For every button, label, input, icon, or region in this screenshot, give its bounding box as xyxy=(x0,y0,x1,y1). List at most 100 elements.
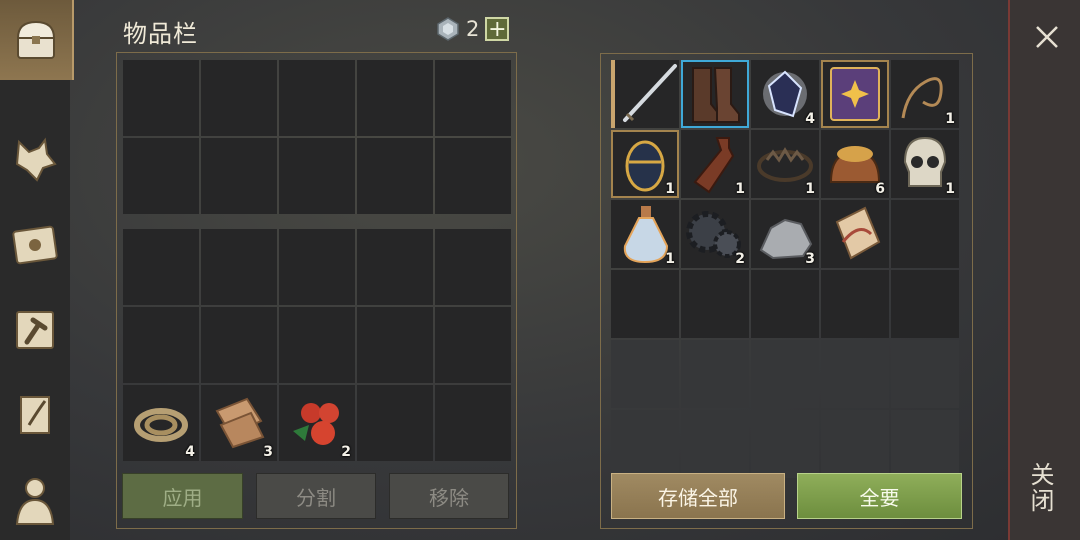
inventory-slot[interactable] xyxy=(123,229,199,305)
storage-slot-bear-trap[interactable]: 1 xyxy=(751,130,819,198)
storage-slot[interactable] xyxy=(611,270,679,338)
storage-slot[interactable] xyxy=(821,270,889,338)
storage-grid: 4 1 1 1 1 6 1 1 2 3 xyxy=(611,60,959,478)
apply-button[interactable]: 应用 xyxy=(122,473,243,519)
currency-display: 2 + xyxy=(436,16,510,42)
item-quantity: 4 xyxy=(805,111,815,127)
hammer-icon xyxy=(16,311,54,349)
storage-slot-whip[interactable]: 1 xyxy=(891,60,959,128)
inventory-slot[interactable] xyxy=(357,385,433,461)
inventory-slot[interactable] xyxy=(357,138,433,214)
boots-icon xyxy=(692,67,740,123)
item-quantity: 1 xyxy=(665,181,675,197)
inventory-slot[interactable] xyxy=(435,307,511,383)
storage-slot-boots[interactable] xyxy=(681,60,749,128)
inventory-slot[interactable] xyxy=(435,60,511,136)
storage-slot-locked xyxy=(891,410,959,478)
inventory-slot[interactable] xyxy=(357,307,433,383)
inventory-grid-bottom: 4 3 2 xyxy=(123,229,511,461)
remove-button[interactable]: 移除 xyxy=(389,473,509,519)
item-quantity: 1 xyxy=(805,181,815,197)
storage-slot-locked xyxy=(681,340,749,408)
storage-slot-locked xyxy=(751,410,819,478)
spellbook-icon xyxy=(830,67,880,121)
item-quantity: 6 xyxy=(875,181,885,197)
page-title: 物品栏 xyxy=(123,20,198,48)
inventory-slot[interactable] xyxy=(279,60,355,136)
close-panel[interactable]: 关闭 xyxy=(1008,0,1080,540)
item-quantity: 1 xyxy=(665,251,675,267)
item-quantity: 1 xyxy=(945,111,955,127)
sidebar-tab-journal[interactable] xyxy=(0,205,70,285)
inventory-slot[interactable] xyxy=(279,307,355,383)
storage-slot-skull[interactable]: 1 xyxy=(891,130,959,198)
sidebar-tab-character[interactable] xyxy=(0,460,70,540)
inventory-slot[interactable] xyxy=(201,229,277,305)
add-currency-button[interactable]: + xyxy=(485,17,510,41)
storage-slot-egg[interactable]: 1 xyxy=(611,130,679,198)
chest-icon xyxy=(16,20,56,59)
store-all-button[interactable]: 存储全部 xyxy=(611,473,785,519)
item-quantity: 1 xyxy=(945,181,955,197)
inventory-slot[interactable] xyxy=(357,60,433,136)
inventory-slot[interactable] xyxy=(435,138,511,214)
storage-slot-stone[interactable]: 3 xyxy=(751,200,819,268)
currency-amount: 2 xyxy=(466,17,480,41)
storage-slot[interactable] xyxy=(681,270,749,338)
sidebar xyxy=(0,0,74,540)
inventory-slot[interactable] xyxy=(279,229,355,305)
split-button[interactable]: 分割 xyxy=(256,473,376,519)
sword-icon xyxy=(623,64,677,122)
inventory-slot[interactable] xyxy=(123,138,199,214)
storage-slot-leather-bottle[interactable]: 1 xyxy=(681,130,749,198)
item-quantity: 2 xyxy=(341,444,351,460)
item-quantity: 3 xyxy=(263,444,273,460)
sidebar-tab-quests[interactable] xyxy=(0,375,70,455)
inventory-slot[interactable] xyxy=(123,307,199,383)
inventory-slot[interactable] xyxy=(123,60,199,136)
inventory-slot[interactable] xyxy=(201,307,277,383)
storage-slot-locked xyxy=(611,410,679,478)
storage-slot-potion[interactable]: 1 xyxy=(611,200,679,268)
storage-slot-sword[interactable] xyxy=(611,60,679,128)
inventory-grid-top xyxy=(123,60,511,214)
item-quantity: 2 xyxy=(735,251,745,267)
scroll-quill-icon xyxy=(20,396,50,434)
close-icon[interactable] xyxy=(1032,22,1062,52)
berries-icon xyxy=(293,403,339,445)
cloth-icon xyxy=(215,397,265,449)
item-quantity: 3 xyxy=(805,251,815,267)
inventory-slot-berries[interactable]: 2 xyxy=(279,385,355,461)
inventory-slot[interactable] xyxy=(435,385,511,461)
bandage-icon xyxy=(835,206,881,260)
storage-slot[interactable] xyxy=(891,200,959,268)
storage-slot-locked xyxy=(821,340,889,408)
sidebar-tab-chest[interactable] xyxy=(0,0,74,80)
inventory-slot-cloth[interactable]: 3 xyxy=(201,385,277,461)
sun-book-icon xyxy=(12,225,58,265)
gem-icon xyxy=(437,17,459,41)
storage-slot-locked xyxy=(611,340,679,408)
wolf-head-icon xyxy=(15,137,57,182)
sidebar-tab-crafting[interactable] xyxy=(0,290,70,370)
storage-slot-spellbook[interactable] xyxy=(821,60,889,128)
storage-slot[interactable] xyxy=(751,270,819,338)
storage-slot-gear[interactable]: 2 xyxy=(681,200,749,268)
inventory-slot[interactable] xyxy=(201,60,277,136)
inventory-slot[interactable] xyxy=(201,138,277,214)
sidebar-tab-animals[interactable] xyxy=(0,120,70,200)
close-label[interactable]: 关闭 xyxy=(1026,462,1058,514)
inventory-slot-rope[interactable]: 4 xyxy=(123,385,199,461)
take-all-button[interactable]: 全要 xyxy=(797,473,962,519)
storage-slot-locked xyxy=(891,340,959,408)
storage-slot-crystal[interactable]: 4 xyxy=(751,60,819,128)
item-quantity: 4 xyxy=(185,444,195,460)
storage-slot-locked xyxy=(751,340,819,408)
storage-slot-bandage[interactable] xyxy=(821,200,889,268)
storage-slot-grain-sack[interactable]: 6 xyxy=(821,130,889,198)
storage-slot[interactable] xyxy=(891,270,959,338)
inventory-slot[interactable] xyxy=(357,229,433,305)
inventory-slot[interactable] xyxy=(435,229,511,305)
inventory-slot[interactable] xyxy=(279,138,355,214)
item-quantity: 1 xyxy=(735,181,745,197)
